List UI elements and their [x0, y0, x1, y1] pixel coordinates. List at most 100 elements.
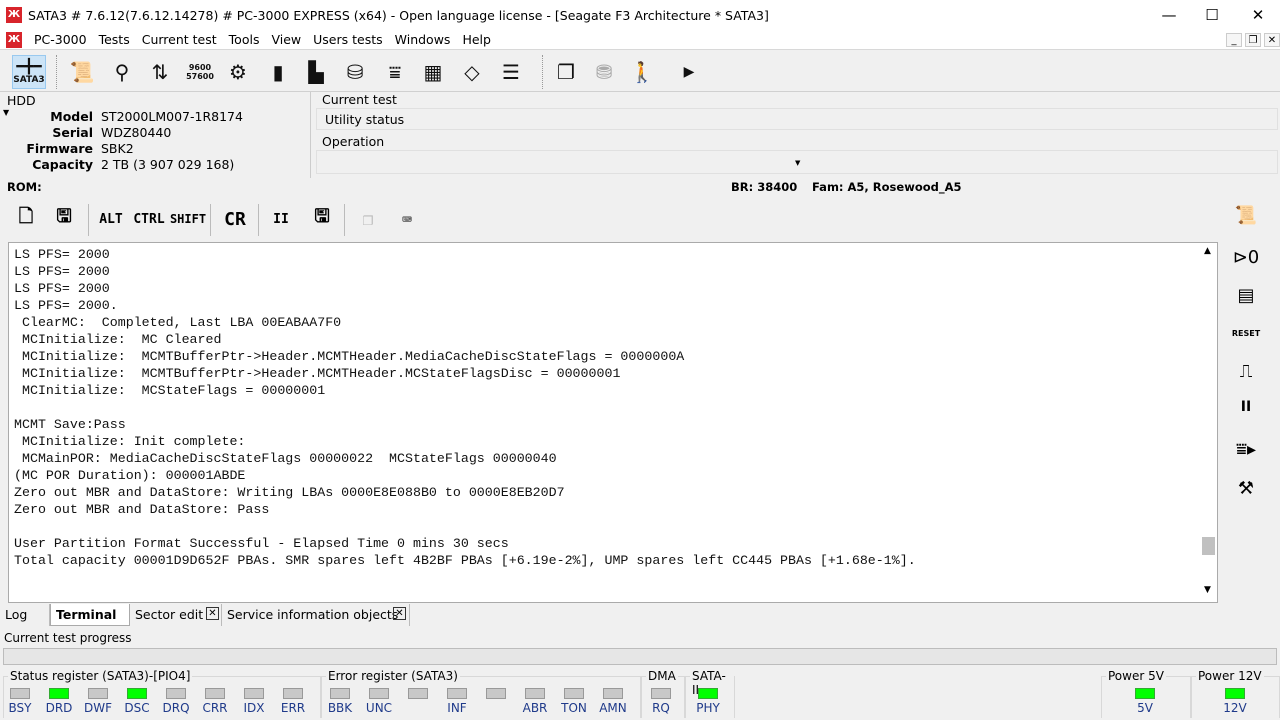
- menu-users-tests[interactable]: Users tests: [307, 32, 389, 47]
- tab-service-information-objects[interactable]: Service information objects: [222, 604, 410, 626]
- sata3-button[interactable]: ━╋━ SATA3: [12, 55, 46, 89]
- terminal-line: Zero out MBR and DataStore: Pass: [14, 502, 270, 517]
- keyboard-icon[interactable]: ⌨: [394, 206, 420, 232]
- undefined-label: DSC: [124, 701, 150, 715]
- undefined-led: [651, 688, 671, 699]
- transfer-icon[interactable]: ⇅: [143, 55, 177, 89]
- lightbulb-icon[interactable]: ⚲: [105, 55, 139, 89]
- heads-arrow-icon[interactable]: ⩸▸: [1228, 434, 1264, 464]
- minimize-button[interactable]: —: [1146, 0, 1192, 30]
- terminal-toolbar: 🗋 🖫 ALT CTRL SHIFT CR II 🖫 ❐ ⌨: [8, 200, 1218, 240]
- menu-windows[interactable]: Windows: [389, 32, 457, 47]
- board-icon[interactable]: ▙: [299, 55, 333, 89]
- vertical-scrollbar[interactable]: ▲ ▼: [1200, 243, 1217, 602]
- drive-info-icon[interactable]: 📜: [65, 55, 99, 89]
- tab-terminal[interactable]: Terminal: [50, 604, 130, 626]
- undefined-label: AMN: [599, 701, 627, 715]
- pause-icon[interactable]: II: [1228, 392, 1264, 422]
- clear-save-icon[interactable]: 🖫: [308, 206, 336, 232]
- save-icon[interactable]: 🖫: [50, 206, 78, 232]
- ctrl-button[interactable]: CTRL: [132, 206, 166, 232]
- power-zero-icon[interactable]: ⊳0: [1228, 242, 1264, 272]
- undefined-label: DWF: [83, 701, 112, 715]
- mdi-minimize-button[interactable]: _: [1226, 33, 1242, 47]
- signal-icon[interactable]: ⎍: [1228, 356, 1264, 386]
- terminal-output[interactable]: LS PFS= 2000 LS PFS= 2000 LS PFS= 2000 LS P…: [8, 242, 1218, 603]
- undefined-led: [369, 688, 389, 699]
- menu-tests[interactable]: Tests: [93, 32, 136, 47]
- heads-icon[interactable]: ⩸: [378, 55, 412, 89]
- more-arrow-icon[interactable]: ▶: [672, 55, 706, 89]
- scroll-down-icon[interactable]: ▼: [1204, 585, 1211, 595]
- rom-status-bar: ROM: BR: 38400 Fam: A5, Rosewood_A5: [0, 179, 1280, 197]
- current-test-title: Current test: [322, 92, 397, 107]
- tools-icon[interactable]: ⚒: [1228, 473, 1264, 503]
- alt-button[interactable]: ALT: [96, 206, 126, 232]
- current-test-value: Utility status: [325, 112, 405, 127]
- open-file-icon[interactable]: 🗋: [12, 206, 40, 232]
- dropdown-arrow-icon[interactable]: ▼: [795, 159, 800, 167]
- terminal-line: MCMainPOR: MediaCacheDiscStateFlags 0000…: [14, 451, 557, 466]
- flowchart-icon[interactable]: ◇: [455, 55, 489, 89]
- baud-rate-icon[interactable]: 9600 57600: [183, 55, 217, 89]
- shift-button[interactable]: SHIFT: [170, 206, 206, 232]
- undefined-label: INF: [447, 701, 467, 715]
- undefined-label: TON: [561, 701, 587, 715]
- progress-label: Current test progress: [4, 631, 132, 645]
- current-test-field: Utility status: [316, 108, 1278, 130]
- undefined-label: RQ: [652, 701, 670, 715]
- terminal-line: (MC POR Duration): 000001ABDE: [14, 468, 246, 483]
- undefined-label: DRQ: [162, 701, 190, 715]
- mdi-restore-button[interactable]: ❐: [1245, 33, 1261, 47]
- settings-disk-icon[interactable]: ⚙: [221, 55, 255, 89]
- scroll-up-icon[interactable]: ▲: [1204, 246, 1211, 256]
- current-test-panel: Current test Utility status Operation ▼: [314, 92, 1280, 178]
- menu-tools[interactable]: Tools: [223, 32, 266, 47]
- windows-icon[interactable]: ❐: [549, 55, 583, 89]
- separator: [88, 204, 89, 236]
- menu-current-test[interactable]: Current test: [136, 32, 223, 47]
- undefined-led: [205, 688, 225, 699]
- terminal-line: MCInitialize: MC Cleared: [14, 332, 222, 347]
- undefined-label: BSY: [8, 701, 32, 715]
- scroll-info-icon[interactable]: 📜: [1228, 200, 1264, 230]
- tab-log[interactable]: Log: [0, 604, 50, 626]
- scrollbar-thumb[interactable]: [1202, 537, 1215, 555]
- close-tab-icon[interactable]: ✕: [206, 607, 219, 620]
- undefined-label: ABR: [522, 701, 548, 715]
- undefined-led: [10, 688, 30, 699]
- pc3000-menu-icon[interactable]: Ж: [6, 31, 22, 48]
- terminal-line: ClearMC: Completed, Last LBA 00EABAA7F0: [14, 315, 342, 330]
- baud-rate: BR: 38400: [731, 180, 798, 194]
- menu-pc3000[interactable]: PC-3000: [28, 32, 93, 47]
- reset-icon[interactable]: RESET: [1228, 318, 1264, 348]
- maximize-button[interactable]: ☐: [1189, 0, 1235, 30]
- menu-view[interactable]: View: [265, 32, 307, 47]
- list-icon[interactable]: ☰: [494, 55, 528, 89]
- pause-button[interactable]: II: [270, 206, 292, 232]
- terminal-line: MCMT Save:Pass: [14, 417, 126, 432]
- exit-icon[interactable]: 🚶: [625, 55, 659, 89]
- menu-help[interactable]: Help: [456, 32, 497, 47]
- grid-icon[interactable]: ▦: [416, 55, 450, 89]
- firmware-value: SBK2: [101, 141, 134, 156]
- undefined-led: [244, 688, 264, 699]
- close-button[interactable]: ✕: [1235, 0, 1280, 30]
- board-chip-icon[interactable]: ▤: [1228, 280, 1264, 310]
- model-value: ST2000LM007-1R8174: [101, 109, 243, 124]
- operation-field: ▼: [316, 150, 1278, 174]
- separator: [258, 204, 259, 236]
- chip-icon[interactable]: ▮: [261, 55, 295, 89]
- cylinder-icon[interactable]: ⛁: [338, 55, 372, 89]
- error-register-title: Error register (SATA3): [326, 669, 460, 683]
- undefined-label: UNC: [365, 701, 393, 715]
- undefined-led: [283, 688, 303, 699]
- close-tab-icon[interactable]: ✕: [393, 607, 406, 620]
- mdi-close-button[interactable]: ✕: [1264, 33, 1280, 47]
- undefined-led: [486, 688, 506, 699]
- separator: [210, 204, 211, 236]
- cr-button[interactable]: CR: [220, 206, 250, 232]
- undefined-label: PHY: [696, 701, 720, 715]
- undefined-led: [1225, 688, 1245, 699]
